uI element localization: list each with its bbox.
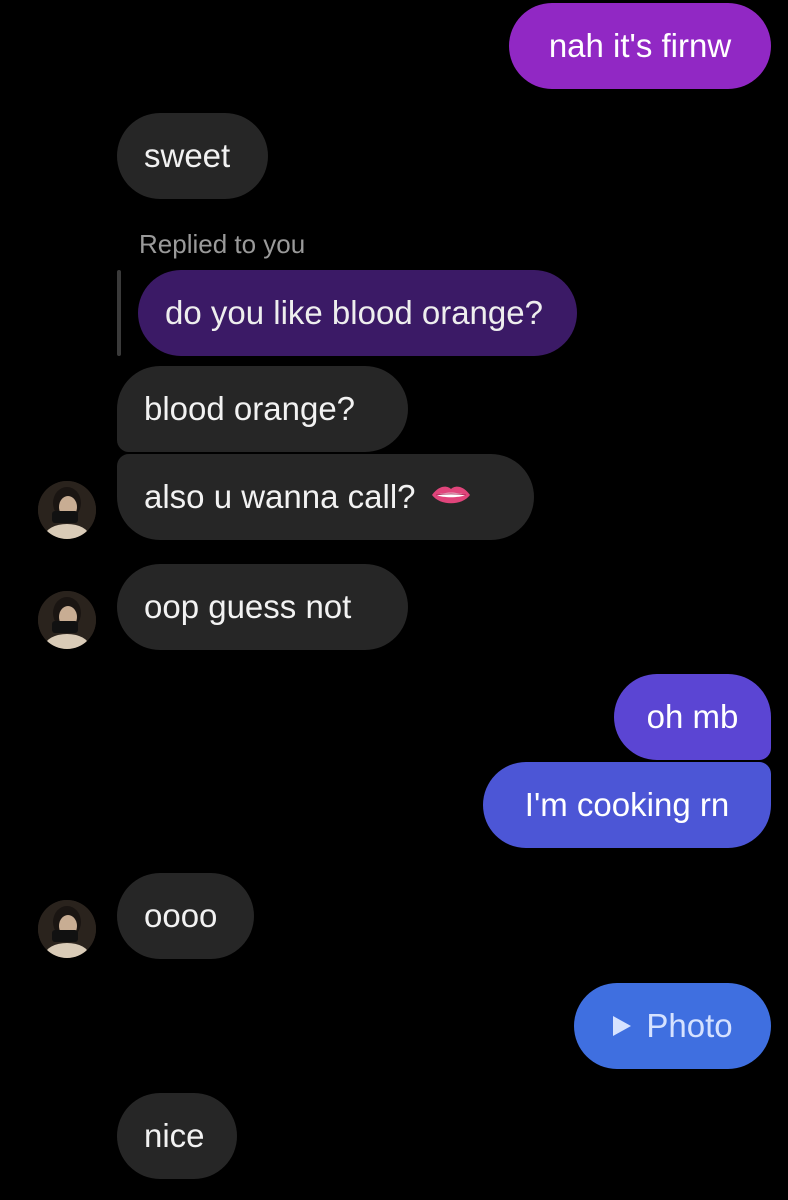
lips-biting-emoji-icon <box>430 478 472 516</box>
message-text: oop guess not <box>144 588 352 625</box>
incoming-message-bubble[interactable]: nice <box>117 1093 237 1179</box>
message-text: oh mb <box>646 698 739 735</box>
reply-label: Replied to you <box>139 229 306 259</box>
message-text: nah it's firnw <box>548 27 732 64</box>
message-text: I'm cooking rn <box>524 786 730 823</box>
contact-avatar[interactable] <box>38 591 96 649</box>
message-text: nice <box>144 1117 205 1154</box>
incoming-message-bubble[interactable]: sweet <box>117 113 268 199</box>
outgoing-message-bubble[interactable]: I'm cooking rn <box>483 762 771 848</box>
contact-avatar[interactable] <box>38 900 96 958</box>
photo-attachment-button[interactable]: Photo <box>574 983 771 1069</box>
message-text: oooo <box>144 897 218 934</box>
message-text: sweet <box>144 137 231 174</box>
quoted-message-text: do you like blood orange? <box>165 294 543 331</box>
photo-label: Photo <box>646 1007 733 1044</box>
outgoing-message-bubble[interactable]: nah it's firnw <box>509 3 771 89</box>
message-text: blood orange? <box>144 390 356 427</box>
incoming-message-bubble[interactable]: oop guess not <box>117 564 408 650</box>
outgoing-message-bubble[interactable]: oh mb <box>614 674 771 760</box>
incoming-message-bubble[interactable]: blood orange? <box>117 366 408 452</box>
incoming-message-bubble[interactable]: oooo <box>117 873 254 959</box>
contact-avatar[interactable] <box>38 481 96 539</box>
quoted-message-bubble[interactable]: do you like blood orange? <box>138 270 577 356</box>
play-icon <box>612 1007 632 1045</box>
incoming-message-bubble[interactable]: also u wanna call? <box>117 454 534 540</box>
message-text: also u wanna call? <box>144 478 416 515</box>
reply-indicator-bar <box>117 270 121 356</box>
